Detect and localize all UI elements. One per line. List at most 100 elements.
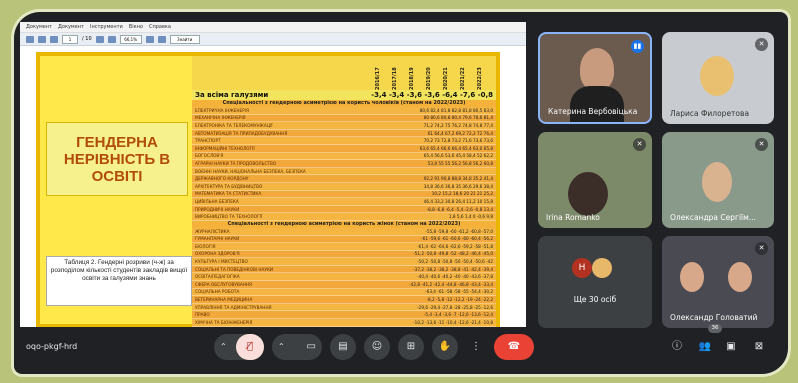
table-row: КУЛЬТУРА І МИСТЕЦТВО -50,2 -50,8 -50,8 -5… [192, 258, 496, 266]
more-options-button[interactable]: ⋮ [466, 334, 486, 360]
table-row: МАТЕМАТИКА ТА СТАТИСТИКА 10,2 15,2 18,6 2… [192, 190, 496, 199]
participant-tile[interactable]: ✕ Лариса Филоретова [662, 32, 774, 124]
row-label: ЕЛЕКТРОНІКА ТА ТЕЛЕКОМУНІКАЦІЇ [195, 122, 273, 128]
row-values: 80,6 82,4 81,8 82,8 81,8 80,5 83,0 [419, 107, 493, 113]
camera-button[interactable]: ▭ [307, 334, 316, 360]
row-label: ПРИРОДНИЧІ НАУКИ [195, 206, 240, 212]
zoom-in-icon[interactable] [107, 35, 116, 43]
menu-item[interactable]: Документ [26, 24, 52, 30]
row-label: ВИРОБНИЦТВО ТА ТЕХНОЛОГІЇ [195, 214, 263, 220]
menu-item[interactable]: Документ [58, 24, 84, 30]
table-row: СОЦІАЛЬНІ ТА ПОВЕДІНКОВІ НАУКИ -37,2 -38,… [192, 265, 496, 274]
mic-options-chevron-icon[interactable]: ⌃ [220, 334, 227, 360]
slide: ГЕНДЕРНА НЕРІВНІСТЬ В ОСВІТІ Таблиця 2. … [36, 52, 500, 327]
pdf-menubar: Документ Документ Інструменти Вікно Спра… [20, 22, 526, 33]
participant-video [580, 48, 614, 90]
year-header: 2020/21 [443, 67, 449, 90]
emoji-button[interactable]: ☺ [364, 334, 390, 360]
row-label: АВТОМАТИЗАЦІЯ ТА ПРИЛАДОБУДУВАННЯ [195, 130, 288, 136]
row-values: -29,6 -29,4 -27,8 -28 -25,8 -25 -12,6 [417, 304, 493, 310]
female-rows: ЖУРНАЛІСТИКА -55,8 -59,8 -60 -61,2 -60,8 … [192, 227, 496, 327]
participant-name: Катерина Вербовіцька [548, 107, 638, 116]
row-values: 61 64,4 67,2 69,2 72,2 72 76,4 [427, 130, 493, 136]
info-icon[interactable]: ⓘ [670, 340, 684, 354]
table-row: МЕХАНІЧНА ІНЖЕНЕРІЯ 80 80,6 80,8 80,4 79,… [192, 114, 496, 123]
year-header: 2022/23 [477, 67, 483, 90]
row-label: АГРАРНІ НАУКИ ТА ПРОДОВОЛЬСТВО [195, 160, 277, 166]
mic-off-button[interactable]: 🎙̸ [236, 334, 264, 360]
participant-video-2 [728, 262, 752, 292]
all-fields-row: За всіма галузями -3,4 -3,4 -3,6 -3,6 -6… [192, 90, 496, 100]
page-number-input[interactable]: 1 [62, 34, 78, 44]
table-row: ПРАВО -5,4 -3,4 -3,6 -7 -12,6 -13,6 -12,4 [192, 311, 496, 320]
speaking-icon: ▮▮ [631, 40, 644, 53]
people-icon[interactable]: 👥 [698, 340, 712, 354]
row-label: ОХОРОНА ЗДОРОВ'Я [195, 251, 240, 257]
table-row: ВОЄННІ НАУКИ, НАЦІОНАЛЬНА БЕЗПЕКА, БЕЗПЕ… [192, 167, 496, 176]
year-headers: 2016/17 2017/18 2018/19 2019/20 2020/21 2021/… [375, 56, 494, 90]
participant-tile[interactable]: ✕ Олександр Головатий [662, 236, 774, 328]
participant-tile[interactable]: ▮▮ Катерина Вербовіцька [538, 32, 652, 124]
participant-video [680, 262, 704, 292]
leave-call-button[interactable]: ☎ [494, 334, 534, 360]
table-row: СФЕРА ОБСЛУГОВУВАННЯ -42,8 -41,2 -42,4 -4… [192, 281, 496, 289]
more-participants-tile[interactable]: H Ще 30 осіб [538, 236, 652, 328]
row-label: СОЦІАЛЬНА РОБОТА [195, 289, 240, 295]
row-label: ПРАВО [195, 312, 210, 318]
row-values: 1,8 5,6 1,4 0 -0,6 9,8 [448, 214, 493, 220]
row-label: ВОЄННІ НАУКИ, НАЦІОНАЛЬНА БЕЗПЕКА, БЕЗПЕ… [195, 168, 306, 174]
table-row: ЦИВІЛЬНА БЕЗПЕКА 46,4 33,2 30,8 26,4 11,2… [192, 198, 496, 206]
menu-item[interactable]: Справка [149, 24, 171, 30]
row-values: -10,2 -13,6 -11 -10,4 -12,6 -21,4 -10,8 [413, 319, 493, 325]
participant-name: Олександр Головатий [670, 313, 758, 322]
mic-group: ⌃ 🎙̸ [214, 334, 264, 360]
row-label: ДЕРЖАВНОГО КОРДОНУ [195, 176, 249, 182]
row-label: СОЦІАЛЬНІ ТА ПОВЕДІНКОВІ НАУКИ [195, 266, 274, 272]
activities-icon[interactable]: ⊠ [752, 340, 766, 354]
find-field[interactable]: Знайти [169, 34, 200, 44]
avatar: H [572, 258, 592, 278]
row-label: БОГОСЛОВ'Я [195, 153, 224, 159]
zoom-out-icon[interactable] [95, 35, 104, 43]
row-values: 63,6 65,4 66,6 66,4 65,4 63,0 65,8 [419, 145, 493, 151]
mic-off-icon: ✕ [755, 242, 768, 255]
raise-hand-button[interactable]: ✋ [432, 334, 458, 360]
prev-page-icon[interactable] [38, 35, 46, 43]
next-page-icon[interactable] [50, 35, 58, 43]
row-values: 70,2 73 72,8 73,2 71,6 73,6 73,6 [423, 138, 493, 144]
row-values: -61,4 -62 -64,6 -62,6 -59,2 -58 -51,8 [417, 243, 493, 249]
mic-off-icon: ✕ [755, 38, 768, 51]
row-values: -63,4 -61 -58 -58 -55 -54,4 -30,2 [425, 289, 493, 295]
table-row: ПРИРОДНИЧІ НАУКИ -8,8 -6,8 -6,4 -5,4 -2,6… [192, 205, 496, 214]
meet-window: Документ Документ Інструменти Вікно Спра… [14, 12, 788, 374]
year-header: 2017/18 [392, 67, 398, 90]
row-label: МАТЕМАТИКА ТА СТАТИСТИКА [195, 191, 262, 197]
table-row: ОСВІТА/ПЕДАГОГІКА -40,4 -40,6 -40,2 -40 -… [192, 273, 496, 282]
row-label: УПРАВЛІННЯ ТА АДМІНІСТРУВАННЯ [195, 304, 272, 310]
row-values: 34,8 36,6 36,8 35 36,6 29,6 38,4 [423, 183, 493, 189]
camera-options-chevron-icon[interactable]: ⌃ [278, 334, 285, 360]
participant-video [568, 172, 608, 216]
row-values: -8,2 -5,8 -12 -12,2 -19 -24 -22,2 [426, 297, 493, 303]
participant-tile[interactable]: ✕ Олександра Сергіїм... [662, 132, 774, 228]
captions-button[interactable]: ▤ [330, 334, 356, 360]
table-row: ХІМІЧНА ТА БІОІНЖЕНЕРІЯ -10,2 -13,6 -11 -… [192, 319, 496, 327]
row-values: -37,2 -38,2 -38,2 -38,8 -41 -42,4 -39,4 [413, 266, 493, 272]
zoom-field[interactable]: 66,1% [119, 34, 142, 44]
fit-width-icon[interactable] [157, 35, 166, 43]
table-row: АВТОМАТИЗАЦІЯ ТА ПРИЛАДОБУДУВАННЯ 61 64,4… [192, 129, 496, 138]
menu-item[interactable]: Вікно [129, 24, 143, 30]
pdf-toolbar: 1 / 10 66,1% Знайти [20, 33, 526, 46]
participant-tile[interactable]: ✕ Irina Romanko [538, 132, 652, 228]
print-icon[interactable] [26, 35, 34, 43]
menu-item[interactable]: Інструменти [90, 24, 123, 30]
fit-page-icon[interactable] [145, 35, 154, 43]
row-values: -50,2 -50,8 -50,8 -50 -50,4 -50,6 -42 [417, 259, 493, 265]
present-button[interactable]: ⊞ [398, 334, 424, 360]
row-values: -61 -59,6 -61 -60,6 -60 -60,4 -56,2 [421, 236, 493, 242]
page-total: / 10 [82, 36, 92, 42]
table-row: ЕЛЕКТРИЧНА ІНЖЕНЕРІЯ 80,6 82,4 81,8 82,8 … [192, 107, 496, 115]
chat-icon[interactable]: ▣ [724, 340, 738, 354]
row-label: СФЕРА ОБСЛУГОВУВАННЯ [195, 281, 252, 287]
slide-title-box: ГЕНДЕРНА НЕРІВНІСТЬ В ОСВІТІ [46, 122, 188, 196]
